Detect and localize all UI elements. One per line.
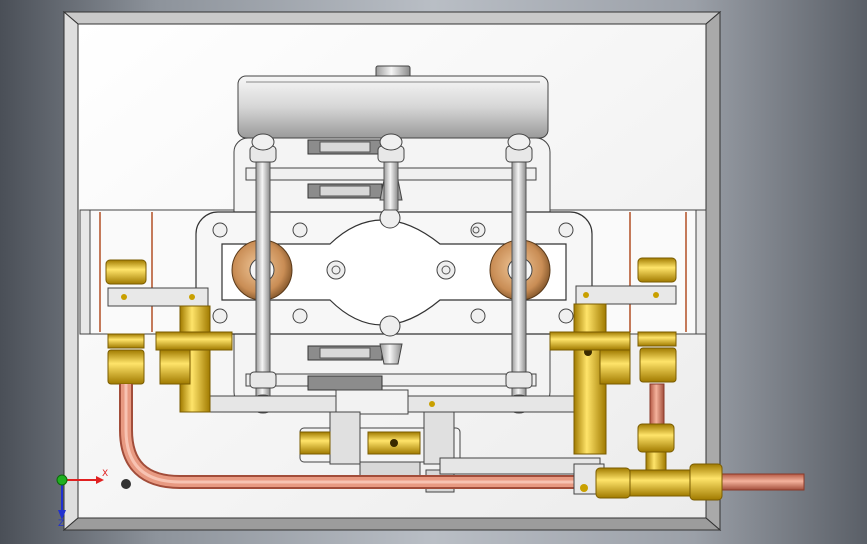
mounting-hole bbox=[121, 479, 131, 489]
triad-y-axis-icon bbox=[56, 474, 68, 486]
flywheel[interactable] bbox=[237, 65, 549, 139]
cad-graphics-viewport[interactable]: X Z bbox=[0, 0, 867, 544]
engine-model-view[interactable]: X Z bbox=[0, 0, 867, 544]
triad-z-label: Z bbox=[58, 519, 64, 529]
triad-x-label: X bbox=[102, 469, 108, 479]
